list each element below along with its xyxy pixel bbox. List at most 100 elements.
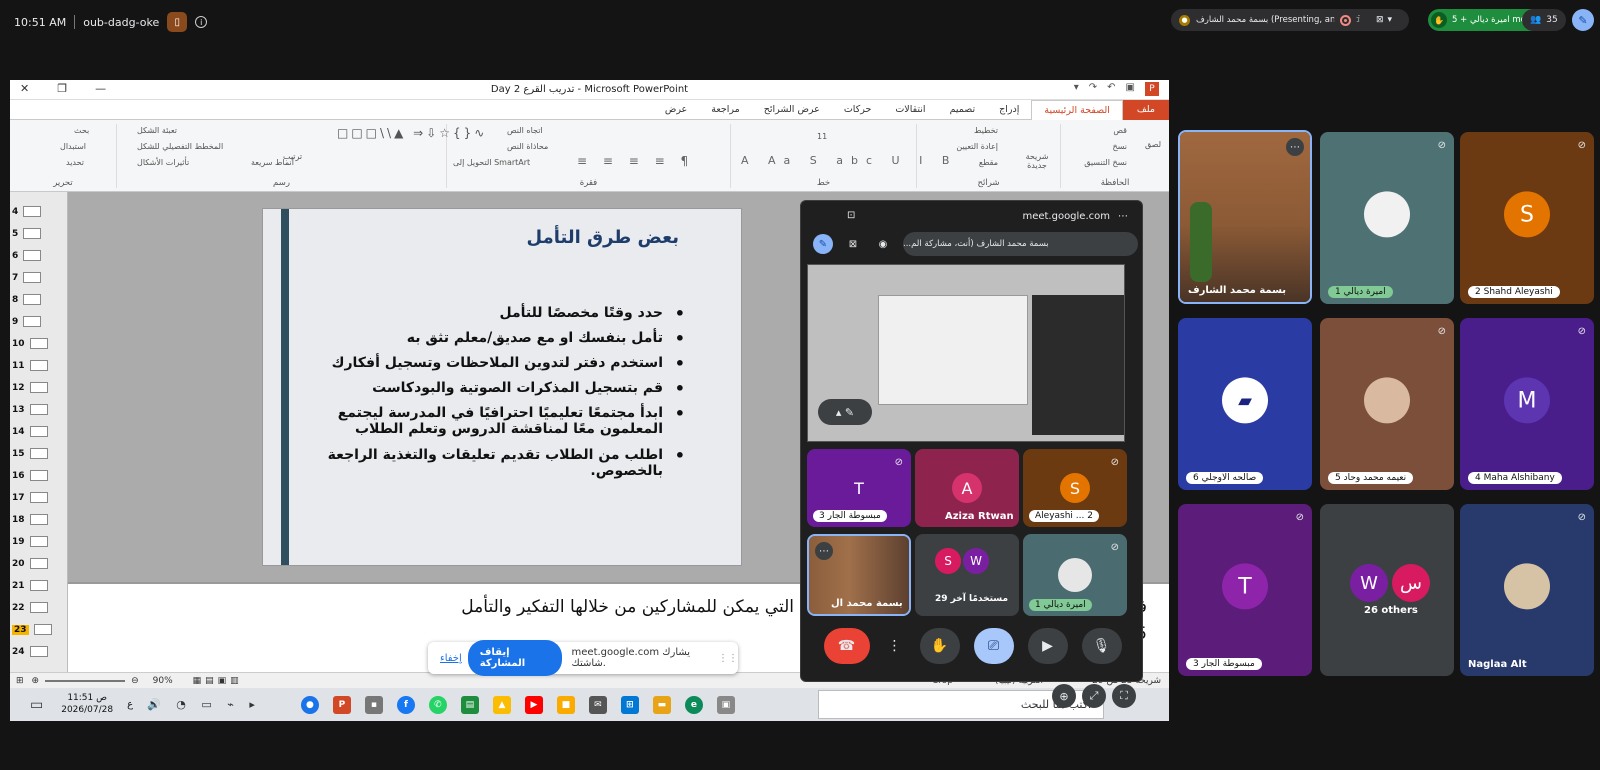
- tab-view[interactable]: عرض: [653, 104, 699, 115]
- annotation-toggle[interactable]: ▴ ✎: [818, 399, 872, 425]
- smartart-button[interactable]: التحويل إلى SmartArt: [453, 158, 530, 167]
- people-count-button[interactable]: 👥 35: [1522, 9, 1566, 31]
- present-options-button[interactable]: ⊠ ▾: [1359, 9, 1409, 31]
- clock-area[interactable]: 11:51 ص 2026/07/28: [61, 693, 113, 716]
- pip-tile[interactable]: ⊘ T 3 مبسوطة الجار: [807, 449, 911, 527]
- participant-tile[interactable]: ⊘ 5 نعيمه محمد وحاد: [1320, 318, 1454, 490]
- host-controls-icon[interactable]: ▯: [167, 12, 188, 32]
- pip-others-tile[interactable]: S W 29 مستخدمًا آخر: [915, 534, 1019, 616]
- hide-link[interactable]: إخفاء: [440, 653, 462, 664]
- facebook-icon[interactable]: f: [396, 695, 415, 714]
- undo-icon[interactable]: ↶: [1107, 82, 1115, 96]
- camera-button[interactable]: ▶: [1027, 628, 1068, 664]
- restore-icon[interactable]: ❐: [57, 82, 67, 95]
- present-button[interactable]: ⎚: [973, 628, 1014, 664]
- keyboard-lang[interactable]: ع: [127, 699, 133, 710]
- shapes-gallery[interactable]: □□□\\▲ ⇒⇩☆{}∿: [337, 126, 487, 140]
- close-icon[interactable]: ✕: [20, 82, 29, 95]
- slide-thumbnail[interactable]: 16: [12, 470, 48, 481]
- shape-effects-button[interactable]: تأثيرات الأشكال: [137, 158, 189, 167]
- zoom-out-icon[interactable]: ⊖: [131, 676, 139, 686]
- stop-sharing-button[interactable]: إيقاف المشاركة: [467, 640, 562, 676]
- slide-thumbnail[interactable]: 17: [12, 492, 48, 503]
- paste-button[interactable]: لصق: [1145, 140, 1161, 149]
- store-icon[interactable]: ⊞: [620, 695, 639, 714]
- tab-review[interactable]: مراجعة: [699, 104, 752, 115]
- mic-button[interactable]: 🎙: [1081, 628, 1122, 664]
- app-icon[interactable]: ▪: [364, 695, 383, 714]
- zoom-in-icon[interactable]: ⊕: [32, 676, 40, 686]
- folder-icon[interactable]: ▬: [652, 695, 671, 714]
- quick-styles-button[interactable]: أنماط سريعة: [251, 158, 294, 167]
- zoom-slider[interactable]: [45, 679, 126, 682]
- annotate-pen-icon[interactable]: ✎: [1572, 9, 1594, 31]
- slide-thumbnail[interactable]: 24: [12, 646, 48, 657]
- notification-icon[interactable]: ▭: [30, 697, 43, 713]
- participant-tile[interactable]: ⊘ S 2 Shahd Aleyashi: [1460, 132, 1594, 304]
- minimize-icon[interactable]: —: [95, 82, 106, 95]
- redo-icon[interactable]: ↷: [1089, 82, 1097, 96]
- pip-tile[interactable]: A Aziza Rtwan: [915, 449, 1019, 527]
- tray-icons[interactable]: 🔊 ◔ ▭ ⌁ ▸: [147, 698, 261, 711]
- pip-presenter-title[interactable]: بسمة محمد الشارف (أنت، مشاركة الم...: [903, 232, 1138, 256]
- slide-thumbnail[interactable]: 12: [12, 382, 48, 393]
- tab-file[interactable]: ملف: [1122, 99, 1169, 120]
- slide-thumbnail[interactable]: 15: [12, 448, 48, 459]
- participant-tile[interactable]: ⋯ بسمة محمد الشارف: [1178, 130, 1312, 304]
- font-size-box[interactable]: 11: [817, 132, 827, 141]
- pip-self-tile[interactable]: ⋯ بسمة محمد ال: [807, 534, 911, 616]
- save-icon[interactable]: ▣: [1126, 82, 1135, 96]
- pip-tile[interactable]: ⊘ اميرة ديالي 1: [1023, 534, 1127, 616]
- annotate-icon[interactable]: ✎: [813, 234, 833, 254]
- raise-hand-button[interactable]: ✋: [919, 628, 960, 664]
- pip-menu-icon[interactable]: ⋯: [1118, 211, 1128, 222]
- meet-icon[interactable]: ■: [556, 695, 575, 714]
- tab-insert[interactable]: إدراج: [987, 104, 1031, 115]
- slide-thumbnail[interactable]: 7: [12, 272, 42, 283]
- drag-handle-icon[interactable]: ⋮⋮: [718, 653, 738, 664]
- powerpoint-icon[interactable]: P: [332, 695, 351, 714]
- whatsapp-icon[interactable]: ✆: [428, 695, 447, 714]
- find-button[interactable]: بحث: [74, 126, 89, 135]
- slide-thumbnail[interactable]: 14: [12, 426, 48, 437]
- layout-button[interactable]: تخطيط: [974, 126, 998, 135]
- participant-tile[interactable]: ⊘ Naglaa Alt: [1460, 504, 1594, 676]
- font-format-buttons[interactable]: A Aa S abc U I B: [741, 154, 957, 167]
- chrome-icon[interactable]: ●: [300, 695, 319, 714]
- format-painter-button[interactable]: نسخ التنسيق: [1084, 158, 1127, 167]
- shape-fill-button[interactable]: تعبئة الشكل: [137, 126, 177, 135]
- participant-tile[interactable]: ⊘ 1 اميرة ديالي: [1320, 132, 1454, 304]
- current-slide[interactable]: بعض طرق التأمل حدد وقتًا مخصصًا للتأمل ت…: [262, 208, 742, 566]
- slide-thumbnail[interactable]: 9: [12, 316, 42, 327]
- reset-button[interactable]: إعادة التعيين: [956, 142, 998, 151]
- fit-slide-icon[interactable]: ⊞: [16, 676, 24, 686]
- new-slide-button[interactable]: شريحة جديدة: [1022, 152, 1052, 170]
- info-icon[interactable]: i: [195, 16, 208, 28]
- qat-dropdown-icon[interactable]: ▾: [1074, 82, 1079, 96]
- slide-thumbnail[interactable]: 18: [12, 514, 48, 525]
- slide-thumbnail[interactable]: 6: [12, 250, 42, 261]
- leave-call-button[interactable]: ☎: [823, 628, 870, 664]
- edge-icon[interactable]: e: [684, 695, 703, 714]
- tab-slideshow[interactable]: عرض الشرائح: [752, 104, 832, 115]
- tab-animations[interactable]: حركات: [832, 104, 883, 115]
- slide-thumbnail[interactable]: 5: [12, 228, 42, 239]
- taskview-icon[interactable]: ▣: [716, 695, 735, 714]
- fullscreen-icon[interactable]: ⛶: [1112, 684, 1136, 708]
- participant-tile[interactable]: ⊘ T 3 مبسوطة الجار: [1178, 504, 1312, 676]
- slide-thumbnail[interactable]: 10: [12, 338, 48, 349]
- slide-thumbnail[interactable]: 19: [12, 536, 48, 547]
- stop-present-icon[interactable]: ⊠: [843, 234, 863, 254]
- tab-design[interactable]: تصميم: [938, 104, 988, 115]
- section-button[interactable]: مقطع: [979, 158, 998, 167]
- cut-button[interactable]: قص: [1113, 126, 1127, 135]
- more-options-icon[interactable]: ⋯: [815, 542, 833, 560]
- slide-thumbnail[interactable]: 4: [12, 206, 42, 217]
- view-buttons[interactable]: ▦▤▣▥: [193, 676, 243, 686]
- youtube-icon[interactable]: ▶: [524, 695, 543, 714]
- shape-outline-button[interactable]: المخطط التفصيلي للشكل: [137, 142, 223, 151]
- slide-thumbnails[interactable]: 4 5 6 7 8 9 10 11 12 13 14 15 16 17 18 19 20 21 22 23 24: [10, 192, 68, 672]
- slide-thumbnail[interactable]: 23: [12, 624, 52, 635]
- replace-button[interactable]: استبدال: [60, 142, 86, 151]
- slide-thumbnail[interactable]: 11: [12, 360, 48, 371]
